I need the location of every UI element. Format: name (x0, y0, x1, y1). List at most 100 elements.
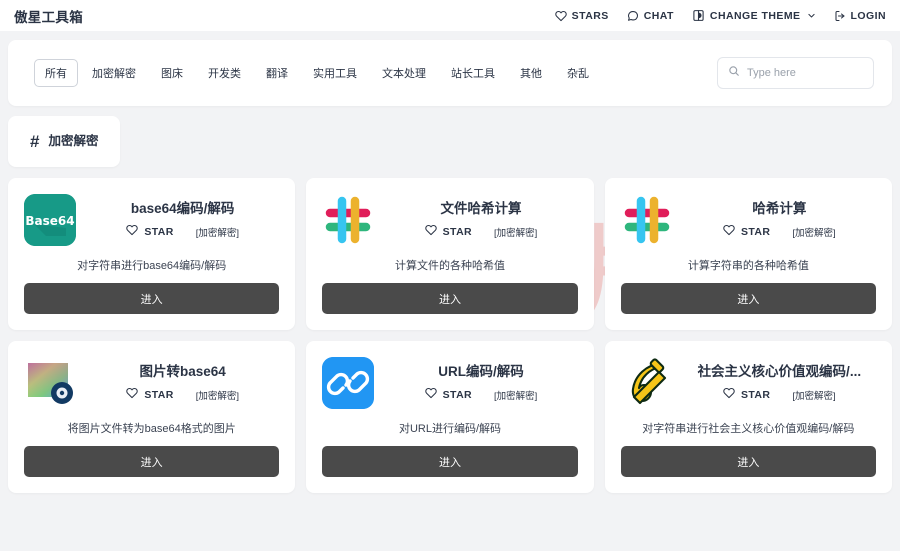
theme-palette-icon (692, 9, 705, 22)
search-box[interactable] (717, 57, 874, 89)
nav-stars-label: STARS (572, 10, 609, 22)
card-category-tag: [加密解密] (494, 388, 537, 402)
tab-webmaster[interactable]: 站长工具 (440, 59, 506, 87)
heart-icon (126, 387, 138, 402)
star-button[interactable]: STAR (723, 387, 770, 402)
card-header: 图片转base64 STAR [加密解密] (24, 357, 279, 409)
star-button[interactable]: STAR (425, 387, 472, 402)
card-title: URL编码/解码 (388, 364, 573, 381)
filter-panel: 所有 加密解密 图床 开发类 翻译 实用工具 文本处理 站长工具 其他 杂乱 (8, 40, 892, 106)
tab-misc[interactable]: 杂乱 (556, 59, 600, 87)
nav-stars-button[interactable]: STARS (555, 10, 609, 22)
svg-text:Base64: Base64 (25, 214, 74, 228)
tab-encryption[interactable]: 加密解密 (81, 59, 147, 87)
heart-icon (555, 10, 567, 22)
card-meta: STAR [加密解密] (90, 224, 275, 239)
search-input[interactable] (747, 67, 863, 79)
nav-chat-label: CHAT (644, 10, 674, 22)
chat-bubble-icon (627, 10, 639, 22)
category-tab-list: 所有 加密解密 图床 开发类 翻译 实用工具 文本处理 站长工具 其他 杂乱 (34, 59, 600, 87)
chevron-down-icon (807, 11, 816, 20)
tab-translation[interactable]: 翻译 (255, 59, 299, 87)
card-meta: STAR [加密解密] (388, 224, 573, 239)
star-label: STAR (443, 226, 472, 238)
card-header: Base64 base64编码/解码 STAR (24, 194, 279, 246)
card-header: URL编码/解码 STAR [加密解密] (322, 357, 577, 409)
tool-card[interactable]: 文件哈希计算 STAR [加密解密] 计算 (306, 178, 593, 330)
card-header: 社会主义核心价值观编码/... STAR [加密解密] (621, 357, 876, 409)
hash-icon: # (30, 133, 39, 150)
search-icon (728, 64, 740, 82)
top-header-bar: 傲星工具箱 STARS CHAT (0, 0, 900, 31)
site-brand-title: 傲星工具箱 (14, 6, 83, 26)
card-meta: STAR [加密解密] (90, 387, 275, 402)
heart-icon (723, 224, 735, 239)
page-root: 傲星工具箱 STARS CHAT (0, 0, 900, 551)
nav-change-theme-button[interactable]: CHANGE THEME (692, 9, 816, 22)
card-category-tag: [加密解密] (494, 225, 537, 239)
enter-button[interactable]: 进入 (621, 283, 876, 314)
hammer-sickle-icon (621, 357, 673, 409)
card-category-tag: [加密解密] (792, 388, 835, 402)
star-button[interactable]: STAR (425, 224, 472, 239)
card-title: base64编码/解码 (90, 201, 275, 218)
nav-chat-button[interactable]: CHAT (627, 10, 674, 22)
card-title: 社会主义核心价值观编码/... (687, 364, 872, 381)
star-label: STAR (144, 226, 173, 238)
heart-icon (425, 224, 437, 239)
nav-login-button[interactable]: LOGIN (834, 10, 887, 22)
link-chain-icon (322, 357, 374, 409)
category-chip-label: 加密解密 (48, 135, 98, 148)
tab-development[interactable]: 开发类 (197, 59, 252, 87)
tab-others[interactable]: 其他 (509, 59, 553, 87)
card-category-tag: [加密解密] (792, 225, 835, 239)
enter-button[interactable]: 进入 (24, 446, 279, 477)
nav-change-theme-label: CHANGE THEME (710, 10, 801, 22)
star-label: STAR (443, 389, 472, 401)
hashtag-color-icon (322, 194, 374, 246)
tool-card[interactable]: Base64 base64编码/解码 STAR (8, 178, 295, 330)
card-header-text: 图片转base64 STAR [加密解密] (90, 364, 279, 403)
card-header-text: 哈希计算 STAR [加密解密] (687, 201, 876, 240)
category-chip[interactable]: # 加密解密 (8, 116, 120, 167)
card-title: 哈希计算 (687, 201, 872, 218)
tool-card-grid: Base64 base64编码/解码 STAR (8, 178, 892, 493)
tab-text-process[interactable]: 文本处理 (371, 59, 437, 87)
heart-icon (723, 387, 735, 402)
card-category-tag: [加密解密] (196, 388, 239, 402)
card-header-text: 文件哈希计算 STAR [加密解密] (388, 201, 577, 240)
preview-image-icon (24, 357, 76, 409)
card-category-tag: [加密解密] (196, 225, 239, 239)
card-title: 图片转base64 (90, 364, 275, 381)
enter-button[interactable]: 进入 (621, 446, 876, 477)
tool-card[interactable]: 哈希计算 STAR [加密解密] 计算字符 (605, 178, 892, 330)
card-description: 对字符串进行base64编码/解码 (24, 259, 279, 273)
card-description: 计算文件的各种哈希值 (322, 259, 577, 273)
tool-card[interactable]: URL编码/解码 STAR [加密解密] (306, 341, 593, 493)
card-description: 将图片文件转为base64格式的图片 (24, 422, 279, 436)
star-label: STAR (741, 226, 770, 238)
card-meta: STAR [加密解密] (388, 387, 573, 402)
tab-utilities[interactable]: 实用工具 (302, 59, 368, 87)
tool-card[interactable]: 社会主义核心价值观编码/... STAR [加密解密] (605, 341, 892, 493)
star-button[interactable]: STAR (126, 387, 173, 402)
tab-all[interactable]: 所有 (34, 59, 78, 87)
card-header: 哈希计算 STAR [加密解密] (621, 194, 876, 246)
top-navigation: STARS CHAT CHANGE THEM (555, 9, 886, 22)
card-title: 文件哈希计算 (388, 201, 573, 218)
enter-button[interactable]: 进入 (322, 446, 577, 477)
enter-button[interactable]: 进入 (24, 283, 279, 314)
card-description: 对字符串进行社会主义核心价值观编码/解码 (621, 422, 876, 436)
heart-icon (425, 387, 437, 402)
star-button[interactable]: STAR (126, 224, 173, 239)
card-meta: STAR [加密解密] (687, 387, 872, 402)
tab-image-host[interactable]: 图床 (150, 59, 194, 87)
star-button[interactable]: STAR (723, 224, 770, 239)
hashtag-color-icon (621, 194, 673, 246)
card-description: 计算字符串的各种哈希值 (621, 259, 876, 273)
category-section-header: # 加密解密 (8, 116, 892, 167)
tool-card[interactable]: 图片转base64 STAR [加密解密] (8, 341, 295, 493)
heart-icon (126, 224, 138, 239)
login-icon (834, 10, 846, 22)
enter-button[interactable]: 进入 (322, 283, 577, 314)
